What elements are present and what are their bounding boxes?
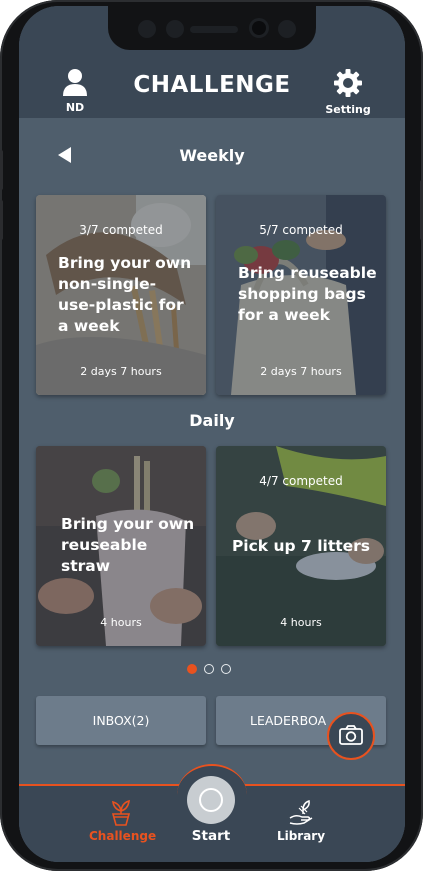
- sensor: [166, 20, 184, 38]
- camera-button[interactable]: [327, 712, 375, 760]
- card-progress: 4/7 competed: [259, 474, 343, 488]
- card-time-left: 4 hours: [280, 616, 322, 629]
- challenge-card[interactable]: Bring your own reuseable straw 4 hours: [36, 446, 206, 646]
- sensor: [138, 20, 156, 38]
- challenge-card[interactable]: 4/7 competed Pick up 7 litters 4 hours: [216, 446, 386, 646]
- challenge-card[interactable]: 3/7 competed Bring your own non-single-u…: [36, 195, 206, 395]
- speaker: [190, 26, 238, 33]
- card-title: Bring reuseable shopping bags for a week: [238, 264, 377, 324]
- challenge-card[interactable]: 5/7 competed Bring reuseable shopping ba…: [216, 195, 386, 395]
- card-title: Bring your own non-single-use-plastic fo…: [58, 254, 192, 335]
- card-progress: 3/7 competed: [79, 223, 163, 237]
- record-icon: [199, 788, 223, 812]
- sensor: [278, 20, 296, 38]
- tab-start[interactable]: Start: [181, 828, 241, 844]
- page-dot[interactable]: [221, 664, 231, 674]
- card-title: Pick up 7 litters: [231, 537, 371, 555]
- hand-plant-icon: [289, 800, 313, 825]
- start-button[interactable]: [187, 776, 235, 824]
- weekly-title: Weekly: [179, 146, 245, 165]
- daily-title: Daily: [189, 411, 235, 430]
- card-time-left: 2 days 7 hours: [80, 365, 162, 378]
- gear-icon: [334, 69, 362, 97]
- card-title: Bring your own reuseable straw: [61, 515, 195, 575]
- phone-frame: ND CHALLENGE Setting Weekly 3/7 competed…: [0, 0, 423, 871]
- page-dot-active[interactable]: [187, 664, 197, 674]
- tab-library[interactable]: Library: [271, 798, 331, 843]
- front-camera: [252, 21, 266, 35]
- app-screen: ND CHALLENGE Setting Weekly 3/7 competed…: [19, 6, 405, 862]
- notch: [108, 6, 316, 50]
- page-dot[interactable]: [204, 664, 214, 674]
- inbox-button[interactable]: INBOX(2): [36, 696, 206, 745]
- plant-pot-icon: [111, 799, 131, 826]
- tab-start-label: Start: [191, 828, 231, 844]
- card-progress: 5/7 competed: [259, 223, 343, 237]
- tab-challenge[interactable]: Challenge: [89, 798, 157, 843]
- tab-challenge-label: Challenge: [89, 829, 157, 843]
- settings-label: Setting: [325, 103, 371, 116]
- volume-button: [0, 200, 3, 240]
- tab-library-label: Library: [276, 829, 326, 843]
- profile-label: ND: [65, 101, 85, 114]
- card-time-left: 2 days 7 hours: [260, 365, 342, 378]
- settings-button[interactable]: Setting: [323, 68, 373, 116]
- card-time-left: 4 hours: [100, 616, 142, 629]
- camera-icon: [339, 725, 363, 745]
- volume-button: [0, 150, 3, 190]
